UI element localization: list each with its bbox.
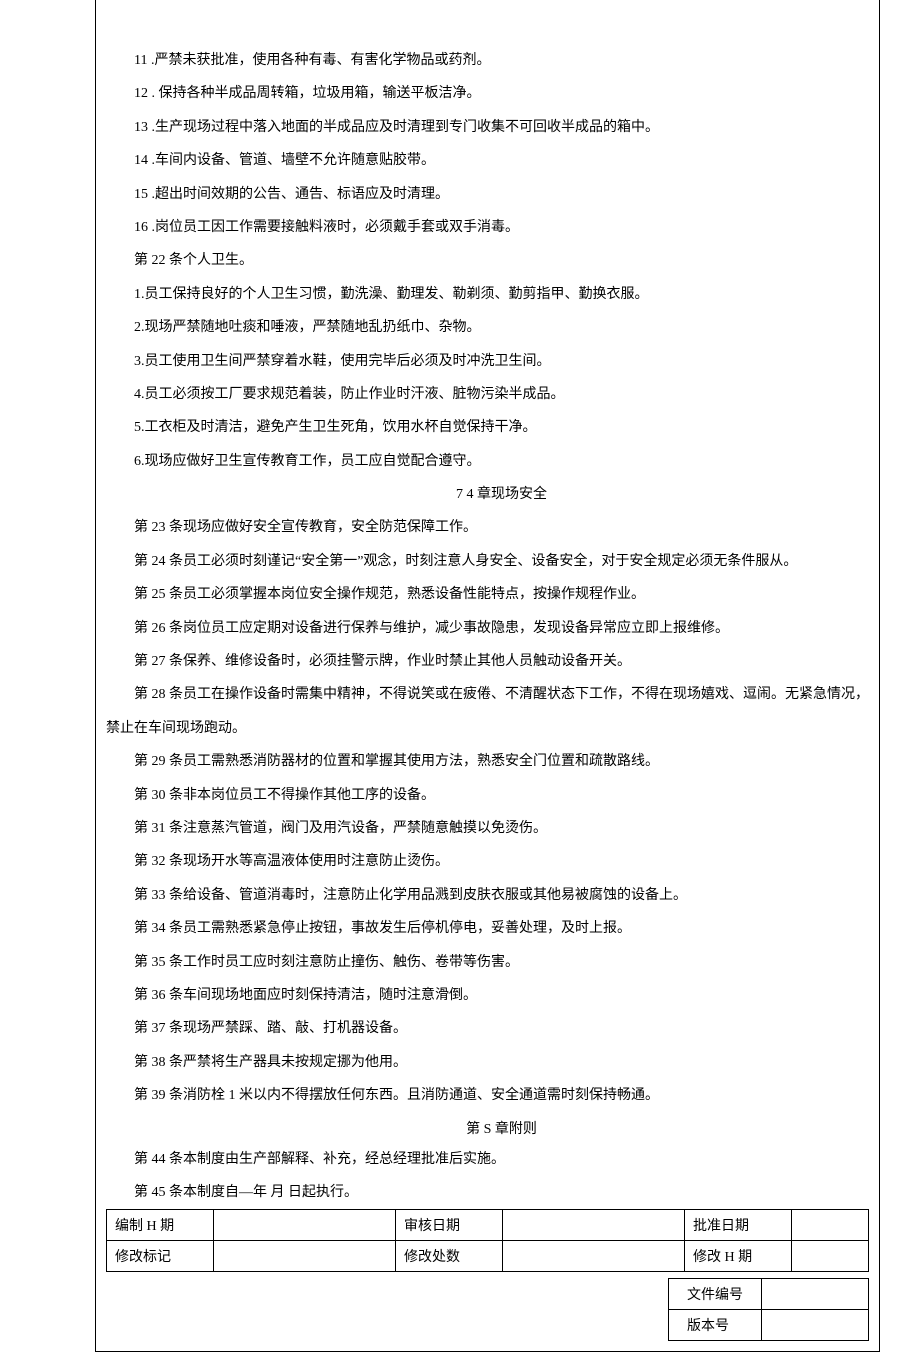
item-16: 16 .岗位员工因工作需要接触料液时，必须戴手套或双手消毒。 — [106, 217, 869, 239]
point-1: 1.员工保持良好的个人卫生习惯，勤洗澡、勤理发、勒剃须、勤剪指甲、勤换衣服。 — [106, 284, 869, 306]
article-29: 第 29 条员工需熟悉消防器材的位置和掌握其使用方法，熟悉安全门位置和疏散路线。 — [106, 751, 869, 773]
point-2: 2.现场严禁随地吐痰和唾液，严禁随地乱扔纸巾、杂物。 — [106, 317, 869, 339]
article-35: 第 35 条工作时员工应时刻注意防止撞伤、触伤、卷带等伤害。 — [106, 952, 869, 974]
article-25: 第 25 条员工必须掌握本岗位安全操作规范，熟悉设备性能特点，按操作规程作业。 — [106, 584, 869, 606]
item-11: 11 .严禁未获批准，使用各种有毒、有害化学物品或药剂。 — [106, 50, 869, 72]
article-44: 第 44 条本制度由生产部解释、补充，经总经理批准后实施。 — [106, 1149, 869, 1171]
table-row: 修改标记 修改处数 修改 H 期 — [107, 1240, 869, 1271]
cell-version-label: 版本号 — [669, 1309, 762, 1340]
article-38: 第 38 条严禁将生产器具未按规定挪为他用。 — [106, 1052, 869, 1074]
approval-table: 编制 H 期 审核日期 批准日期 修改标记 修改处数 修改 H 期 — [106, 1209, 869, 1272]
article-31: 第 31 条注意蒸汽管道，阀门及用汽设备，严禁随意触摸以免烫伤。 — [106, 818, 869, 840]
article-24: 第 24 条员工必须时刻谨记“安全第一”观念，时刻注意人身安全、设备安全，对于安… — [106, 551, 869, 573]
point-3: 3.员工使用卫生间严禁穿着水鞋，使用完毕后必须及时冲洗卫生间。 — [106, 351, 869, 373]
article-30: 第 30 条非本岗位员工不得操作其他工序的设备。 — [106, 785, 869, 807]
article-33: 第 33 条给设备、管道消毒时，注意防止化学用品溅到皮肤衣服或其他易被腐蚀的设备… — [106, 885, 869, 907]
cell-approve-date-label: 批准日期 — [685, 1209, 792, 1240]
cell-doc-no-value — [762, 1278, 869, 1309]
article-39: 第 39 条消防栓 1 米以内不得摆放任何东西。且消防通道、安全通道需时刻保持畅… — [106, 1085, 869, 1107]
cell-review-date-value — [503, 1209, 685, 1240]
item-14: 14 .车间内设备、管道、墙壁不允许随意贴胶带。 — [106, 150, 869, 172]
article-32: 第 32 条现场开水等高温液体使用时注意防止烫伤。 — [106, 851, 869, 873]
item-12: 12 . 保持各种半成品周转箱，垃圾用箱，输送平板洁净。 — [106, 83, 869, 105]
cell-rev-date-label: 修改 H 期 — [685, 1240, 792, 1271]
article-28-line2: 禁止在车间现场跑动。 — [106, 718, 869, 740]
document-page: 11 .严禁未获批准，使用各种有毒、有害化学物品或药剂。 12 . 保持各种半成… — [95, 0, 880, 1352]
point-5: 5.工衣柜及时清洁，避免产生卫生死角，饮用水杯自觉保持干净。 — [106, 417, 869, 439]
cell-compile-date-label: 编制 H 期 — [107, 1209, 214, 1240]
article-28-line1: 第 28 条员工在操作设备时需集中精神，不得说笑或在疲倦、不清醒状态下工作，不得… — [106, 684, 869, 706]
cell-compile-date-value — [214, 1209, 396, 1240]
article-36: 第 36 条车间现场地面应时刻保持清洁，随时注意滑倒。 — [106, 985, 869, 1007]
chapter-4-heading: 7 4 章现场安全 — [106, 484, 869, 506]
article-26: 第 26 条岗位员工应定期对设备进行保养与维护，减少事故隐患，发现设备异常应立即… — [106, 618, 869, 640]
article-23: 第 23 条现场应做好安全宣传教育，安全防范保障工作。 — [106, 517, 869, 539]
cell-rev-mark-value — [214, 1240, 396, 1271]
point-4: 4.员工必须按工厂要求规范着装，防止作业时汗液、脏物污染半成品。 — [106, 384, 869, 406]
cell-review-date-label: 审核日期 — [396, 1209, 503, 1240]
chapter-s-heading: 第 S 章附则 — [106, 1119, 869, 1141]
article-34: 第 34 条员工需熟悉紧急停止按钮，事故发生后停机停电，妥善处理，及时上报。 — [106, 918, 869, 940]
cell-rev-date-value — [792, 1240, 869, 1271]
item-13: 13 .生产现场过程中落入地面的半成品应及时清理到专门收集不可回收半成品的箱中。 — [106, 117, 869, 139]
table-row: 编制 H 期 审核日期 批准日期 — [107, 1209, 869, 1240]
cell-rev-count-value — [503, 1240, 685, 1271]
cell-rev-mark-label: 修改标记 — [107, 1240, 214, 1271]
cell-approve-date-value — [792, 1209, 869, 1240]
cell-version-value — [762, 1309, 869, 1340]
point-6: 6.现场应做好卫生宣传教育工作，员工应自觉配合遵守。 — [106, 451, 869, 473]
article-22: 第 22 条个人卫生。 — [106, 250, 869, 272]
table-row: 文件编号 — [669, 1278, 869, 1309]
article-27: 第 27 条保养、维修设备时，必须挂警示牌，作业时禁止其他人员触动设备开关。 — [106, 651, 869, 673]
cell-rev-count-label: 修改处数 — [396, 1240, 503, 1271]
article-45: 第 45 条本制度自—年 月 日起执行。 — [106, 1182, 869, 1204]
table-row: 版本号 — [669, 1309, 869, 1340]
item-15: 15 .超出时间效期的公告、通告、标语应及时清理。 — [106, 184, 869, 206]
article-37: 第 37 条现场严禁踩、踏、敲、打机器设备。 — [106, 1018, 869, 1040]
doc-number-table: 文件编号 版本号 — [668, 1278, 869, 1341]
document-body: 11 .严禁未获批准，使用各种有毒、有害化学物品或药剂。 12 . 保持各种半成… — [106, 50, 869, 1341]
cell-doc-no-label: 文件编号 — [669, 1278, 762, 1309]
